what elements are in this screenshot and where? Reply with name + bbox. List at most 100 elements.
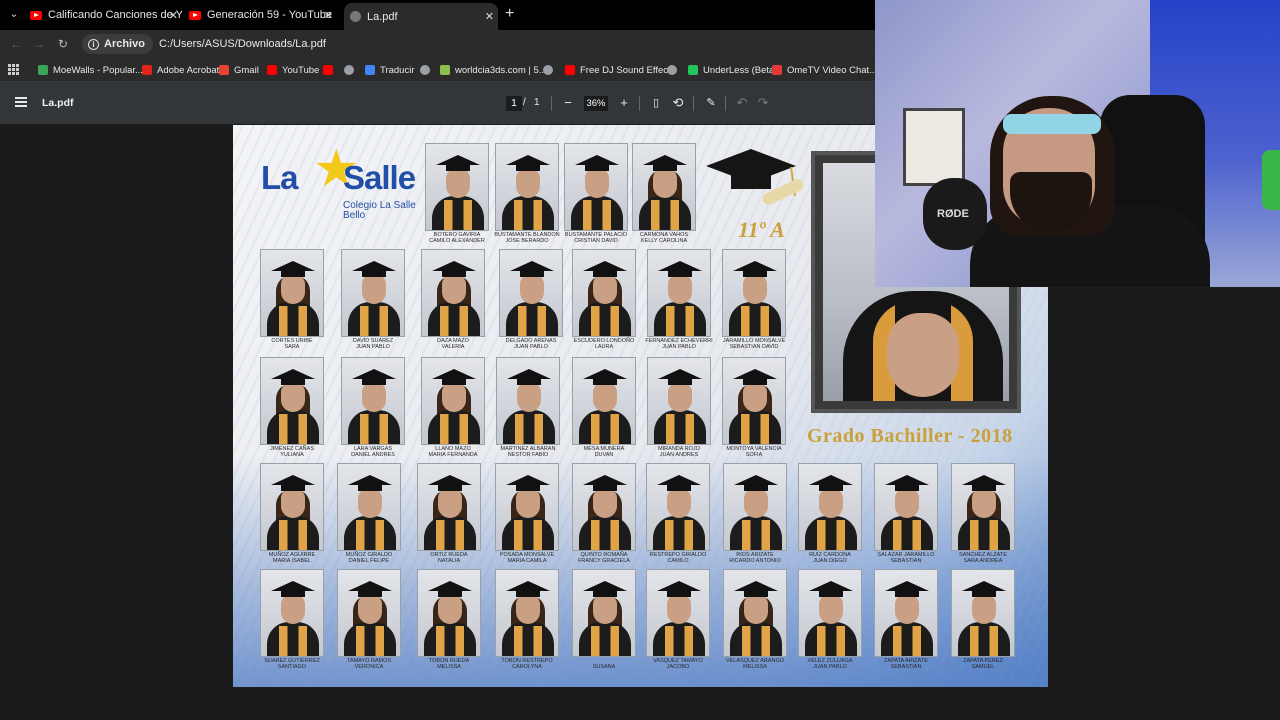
bookmark-globe-4[interactable]	[667, 62, 682, 78]
student-photo: JARAMILLO MONSALVE SEBASTIAN DAVID	[722, 249, 786, 350]
rotate-icon[interactable]: ⟲	[670, 95, 686, 111]
bookmark-label: OmeTV Video Chat...	[787, 64, 878, 76]
globe-icon	[543, 65, 553, 75]
youtube-icon	[323, 65, 333, 75]
reload-icon[interactable]: ↻	[55, 36, 71, 52]
close-icon[interactable]: ✕	[485, 10, 494, 23]
plant	[1262, 150, 1280, 210]
globe-icon	[667, 65, 677, 75]
bookmark-ometv[interactable]: OmeTV Video Chat...	[772, 62, 877, 78]
zoom-input[interactable]: 36%	[584, 96, 608, 111]
bookmark-adobe-acrobat[interactable]: Adobe Acrobat	[142, 62, 219, 78]
wall-certificate	[903, 108, 965, 186]
address-bar[interactable]: i Archivo C:/Users/ASUS/Downloads/La.pdf	[82, 33, 862, 55]
bookmark-globe-1[interactable]	[344, 62, 359, 78]
bookmark-traducir[interactable]: Traducir	[365, 62, 415, 78]
close-icon[interactable]: ✕	[324, 9, 333, 22]
youtube-icon	[30, 10, 42, 20]
student-photo: JIMENEZ CAÑAS YULIANA	[260, 357, 324, 458]
student-name: ORTIZ RUEDA NATALIA	[430, 552, 468, 564]
tab-search-chevron-icon[interactable]: ⌄	[6, 6, 22, 22]
tab-generacion[interactable]: Generación 59 - YouTube ✕	[189, 3, 337, 27]
bookmark-youtube[interactable]: YouTube	[267, 62, 319, 78]
bookmark-label: YouTube	[282, 64, 320, 76]
forward-arrow-icon[interactable]: →	[31, 36, 47, 52]
student-name: FERNANDEZ ECHEVERRI JUAN PABLO	[645, 338, 713, 350]
student-name: RIOS ARIZATE RICARDO ANTONIO	[729, 552, 781, 564]
student-photo: MONTOYA VALENCIA SOFIA	[722, 357, 786, 458]
apps-grid-icon[interactable]	[8, 64, 19, 75]
menu-icon[interactable]	[15, 97, 27, 107]
logo-word-salle: Salle	[343, 159, 416, 196]
student-name: VASQUEZ TAMAYO JACOBO	[653, 658, 703, 670]
redo-icon[interactable]: ↷	[755, 95, 771, 111]
back-arrow-icon[interactable]: ←	[8, 36, 24, 52]
student-name: MUÑOZ GIRALDO DANIEL FELIPE	[345, 552, 393, 564]
toolbar-divider	[551, 96, 552, 111]
site-info-chip[interactable]: i Archivo	[82, 34, 153, 54]
tab-calificando[interactable]: Calificando Canciones de YouTube ✕	[30, 3, 182, 27]
student-name: BUSTAMANTE BLANDON JOSE BERARDO	[494, 232, 560, 244]
student-name: MONTOYA VALENCIA SOFIA	[726, 446, 782, 458]
gmail-icon	[219, 65, 229, 75]
page-number-input[interactable]: 1	[506, 96, 522, 111]
student-name: SUAREZ GUTIERREZ SANTIAGO	[264, 658, 320, 670]
tab-la-pdf[interactable]: La.pdf ✕	[344, 3, 498, 30]
student-photo: LARA VARGAS DANIEL ANDRES	[341, 357, 405, 458]
zoom-out-button[interactable]: −	[560, 95, 576, 111]
zoom-in-button[interactable]: +	[616, 95, 632, 111]
url-text[interactable]: C:/Users/ASUS/Downloads/La.pdf	[159, 38, 326, 50]
mic-brand-label: RØDE	[937, 208, 969, 220]
student-photo: BUSTAMANTE PALACIO CRISTIAN DAVID	[564, 143, 628, 244]
student-photo: BUSTAMANTE BLANDON JOSE BERARDO	[494, 143, 560, 244]
student-name: ZAPATA PEREZ SAMUEL	[963, 658, 1003, 670]
bookmark-moewalls[interactable]: MoeWalls - Popular...	[38, 62, 143, 78]
student-photo: SUSANA	[572, 569, 636, 670]
bookmark-youtube-2[interactable]	[323, 62, 338, 78]
student-photo: RUIZ CARDONA JUAN DIEGO	[798, 463, 862, 564]
bookmark-favicon-icon	[38, 65, 48, 75]
bookmark-underless[interactable]: UnderLess (Beta)	[688, 62, 777, 78]
undo-icon[interactable]: ↶	[734, 95, 750, 111]
logo-subtitle: Colegio La Salle Bello	[343, 200, 416, 221]
student-photo: LLANO MAZO MARIA FERNANDA	[421, 357, 485, 458]
bookmark-free-dj[interactable]: Free DJ Sound Effec...	[565, 62, 676, 78]
bookmark-label: MoeWalls - Popular...	[53, 64, 143, 76]
student-photo: VASQUEZ TAMAYO JACOBO	[646, 569, 710, 670]
student-name: LLANO MAZO MARIA FERNANDA	[428, 446, 478, 458]
student-name: BOTERO GAVIRIA CAMILO ALEXANDER	[429, 232, 485, 244]
student-photo: RIOS ARIZATE RICARDO ANTONIO	[723, 463, 787, 564]
student-name: RESTREPO GIRALDO CAMILO	[649, 552, 707, 564]
student-name: DAZA MAZO VALERIA	[437, 338, 469, 350]
student-name: VELASQUEZ ARANGO MELISSA	[725, 658, 785, 670]
student-photo: ZAPATA ARIZATE SEBASTIAN	[874, 569, 938, 670]
bookmark-gmail[interactable]: Gmail	[219, 62, 259, 78]
headband	[1003, 114, 1101, 134]
student-photo: TAMAYO RAMOS VERONICA	[337, 569, 401, 670]
student-photo: MUÑOZ AGUIRRE MARIA ISABEL	[260, 463, 324, 564]
page-total: 1	[534, 97, 540, 108]
student-photo: CORTES URIBE SARA	[260, 249, 324, 350]
toolbar-divider	[725, 96, 726, 111]
graduation-cap-icon	[706, 149, 804, 205]
new-tab-button[interactable]: +	[505, 5, 514, 23]
annotate-pen-icon[interactable]: ✎	[703, 95, 719, 111]
youtube-icon	[565, 65, 575, 75]
student-name: VELEZ ZULUAGA JUAN PABLO	[807, 658, 853, 670]
student-photo: QUINTO ROMAÑA FRANCY GRACIELA	[572, 463, 636, 564]
student-name: CARMONA VAHOS KELLY CAROLINA	[639, 232, 689, 244]
globe-icon	[344, 65, 354, 75]
bookmark-globe-2[interactable]	[420, 62, 435, 78]
acrobat-icon	[142, 65, 152, 75]
close-icon[interactable]: ✕	[169, 9, 178, 22]
graduation-title: Grado Bachiller - 2018	[807, 425, 1013, 447]
bookmark-globe-3[interactable]	[543, 62, 558, 78]
student-photo: DAZA MAZO VALERIA	[421, 249, 485, 350]
student-name: LARA VARGAS DANIEL ANDRES	[351, 446, 395, 458]
bookmark-worldcia3ds[interactable]: worldcia3ds.com | 5...	[440, 62, 547, 78]
student-name: CORTES URIBE SARA	[271, 338, 313, 350]
student-name: SUSANA	[592, 664, 616, 670]
student-name: DELGADO ARENAS JUAN PABLO	[505, 338, 557, 350]
fit-page-icon[interactable]: ▯	[648, 95, 664, 111]
bookmark-favicon-icon	[772, 65, 782, 75]
